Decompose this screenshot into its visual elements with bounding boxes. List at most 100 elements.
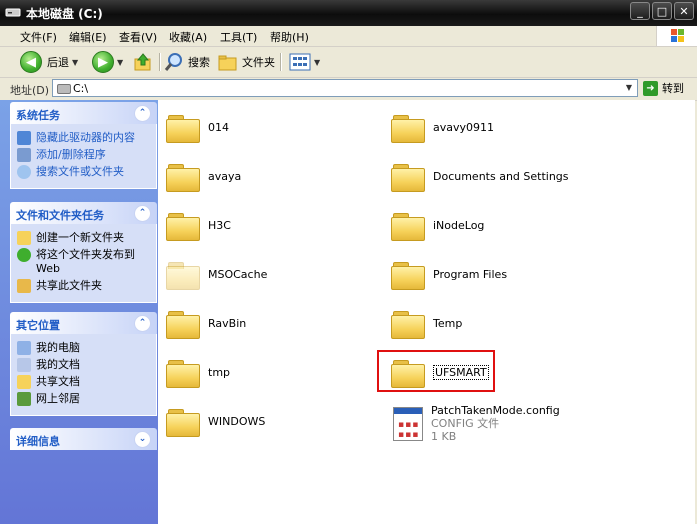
details-panel: 详细信息 ⌄ — [10, 428, 157, 450]
place-shared-documents[interactable]: 共享文档 — [17, 375, 150, 389]
menu-edit[interactable]: 编辑(E) — [69, 29, 107, 45]
folder-item[interactable]: tmp — [166, 357, 231, 388]
share-folder-icon — [17, 279, 31, 293]
folder-icon — [166, 357, 200, 388]
task-label: 创建一个新文件夹 — [36, 231, 124, 244]
close-button[interactable]: ✕ — [674, 2, 694, 20]
file-item[interactable]: ▪▪▪ ▪▪▪ PatchTakenMode.config CONFIG 文件 1… — [393, 404, 560, 443]
add-remove-programs-icon — [17, 148, 31, 162]
folder-item[interactable]: RavBin — [166, 308, 246, 339]
task-label: 将这个文件夹发布到 Web — [36, 248, 135, 275]
folder-item[interactable]: Program Files — [391, 259, 508, 290]
folder-name: 014 — [208, 120, 229, 134]
go-button[interactable]: ➜ 转到 — [643, 80, 684, 96]
address-dropdown-icon[interactable]: ▼ — [621, 80, 637, 96]
folder-item[interactable]: Temp — [391, 308, 462, 339]
other-places-body: 我的电脑 我的文档 共享文档 网上邻居 — [10, 334, 157, 416]
file-tasks-title: 文件和文件夹任务 — [16, 209, 104, 222]
views-button[interactable]: ▼ — [289, 51, 320, 73]
folder-item[interactable]: iNodeLog — [391, 210, 485, 241]
config-file-icon: ▪▪▪ ▪▪▪ — [393, 406, 423, 441]
folder-name: Program Files — [433, 267, 508, 281]
back-dropdown-icon[interactable]: ▼ — [72, 58, 78, 67]
folder-item[interactable]: MSOCache — [166, 259, 267, 290]
place-label: 我的电脑 — [36, 341, 80, 354]
other-places-title: 其它位置 — [16, 319, 60, 332]
folder-icon — [391, 112, 425, 143]
place-label: 网上邻居 — [36, 392, 80, 405]
task-label: 搜索文件或文件夹 — [36, 165, 124, 178]
selection-highlight-box — [377, 350, 495, 392]
system-tasks-header[interactable]: 系统任务 ⌃ — [10, 102, 157, 124]
collapse-icon[interactable]: ⌃ — [134, 315, 151, 332]
folder-item[interactable]: avaya — [166, 161, 241, 192]
menu-tools[interactable]: 工具(T) — [220, 29, 257, 45]
menu-favorites[interactable]: 收藏(A) — [169, 29, 207, 45]
menu-view[interactable]: 查看(V) — [119, 29, 157, 45]
toolbar: ◀ 后退 ▼ ▶ ▼ 搜索 文件夹 ▼ — [0, 47, 697, 78]
folder-item[interactable]: H3C — [166, 210, 231, 241]
up-folder-button[interactable] — [133, 51, 153, 73]
system-tasks-body: 隐藏此驱动器的内容 添加/删除程序 搜索文件或文件夹 — [10, 124, 157, 189]
other-places-header[interactable]: 其它位置 ⌃ — [10, 312, 157, 334]
address-label: 地址(D) — [10, 84, 50, 97]
folder-icon — [391, 259, 425, 290]
maximize-button[interactable]: □ — [652, 2, 672, 20]
globe-icon — [17, 248, 31, 262]
file-tasks-body: 创建一个新文件夹 将这个文件夹发布到 Web 共享此文件夹 — [10, 224, 157, 303]
shared-documents-icon — [17, 375, 31, 389]
address-value: C:\ — [73, 82, 89, 95]
file-type: CONFIG 文件 — [431, 417, 500, 430]
collapse-icon[interactable]: ⌃ — [134, 205, 151, 222]
folder-item[interactable]: WINDOWS — [166, 406, 265, 437]
folders-button[interactable]: 文件夹 — [218, 51, 275, 73]
task-hide-drive-contents[interactable]: 隐藏此驱动器的内容 — [17, 131, 150, 145]
views-dropdown-icon[interactable]: ▼ — [314, 58, 320, 67]
new-folder-icon — [17, 231, 31, 245]
task-label: 隐藏此驱动器的内容 — [36, 131, 135, 144]
expand-icon[interactable]: ⌄ — [134, 431, 151, 448]
folder-icon — [166, 210, 200, 241]
folder-item[interactable]: 014 — [166, 112, 229, 143]
task-add-remove-programs[interactable]: 添加/删除程序 — [17, 148, 150, 162]
place-my-documents[interactable]: 我的文档 — [17, 358, 150, 372]
back-button[interactable]: ◀ 后退 ▼ — [20, 51, 78, 73]
task-publish-web[interactable]: 将这个文件夹发布到 Web — [17, 248, 150, 276]
folder-icon — [166, 308, 200, 339]
folder-name: Documents and Settings — [433, 169, 569, 183]
my-documents-icon — [17, 358, 31, 372]
folder-name: iNodeLog — [433, 218, 485, 232]
search-icon — [17, 165, 31, 179]
task-label: 共享此文件夹 — [36, 279, 102, 292]
search-button[interactable]: 搜索 — [164, 51, 210, 73]
task-search-files[interactable]: 搜索文件或文件夹 — [17, 165, 150, 179]
folder-icon — [391, 210, 425, 241]
folder-item[interactable]: avavy0911 — [391, 112, 494, 143]
menu-bar: 文件(F) 编辑(E) 查看(V) 收藏(A) 工具(T) 帮助(H) — [0, 26, 697, 47]
my-computer-icon — [17, 341, 31, 355]
window-title: 本地磁盘 (C:) — [26, 7, 103, 21]
folder-name: tmp — [208, 365, 231, 379]
menu-help[interactable]: 帮助(H) — [270, 29, 309, 45]
file-list: 014 avaya H3C MSOCache RavBin tmp WINDOW… — [158, 100, 695, 524]
forward-button[interactable]: ▶ ▼ — [92, 51, 123, 73]
folder-icon — [166, 112, 200, 143]
file-tasks-panel: 文件和文件夹任务 ⌃ 创建一个新文件夹 将这个文件夹发布到 Web 共享此文件夹 — [10, 202, 157, 303]
file-tasks-header[interactable]: 文件和文件夹任务 ⌃ — [10, 202, 157, 224]
minimize-button[interactable]: _ — [630, 2, 650, 20]
folder-icon — [391, 308, 425, 339]
go-arrow-icon: ➜ — [643, 80, 658, 96]
menu-file[interactable]: 文件(F) — [20, 29, 57, 45]
file-size: 1 KB — [431, 430, 457, 443]
drive-icon — [57, 84, 71, 94]
task-new-folder[interactable]: 创建一个新文件夹 — [17, 231, 150, 245]
place-network[interactable]: 网上邻居 — [17, 392, 150, 406]
folder-icon — [166, 406, 200, 437]
task-share-folder[interactable]: 共享此文件夹 — [17, 279, 150, 293]
details-header[interactable]: 详细信息 ⌄ — [10, 428, 157, 450]
forward-dropdown-icon[interactable]: ▼ — [117, 58, 123, 67]
address-input[interactable]: C:\ ▼ — [52, 79, 638, 97]
place-my-computer[interactable]: 我的电脑 — [17, 341, 150, 355]
collapse-icon[interactable]: ⌃ — [134, 105, 151, 122]
folder-item[interactable]: Documents and Settings — [391, 161, 569, 192]
